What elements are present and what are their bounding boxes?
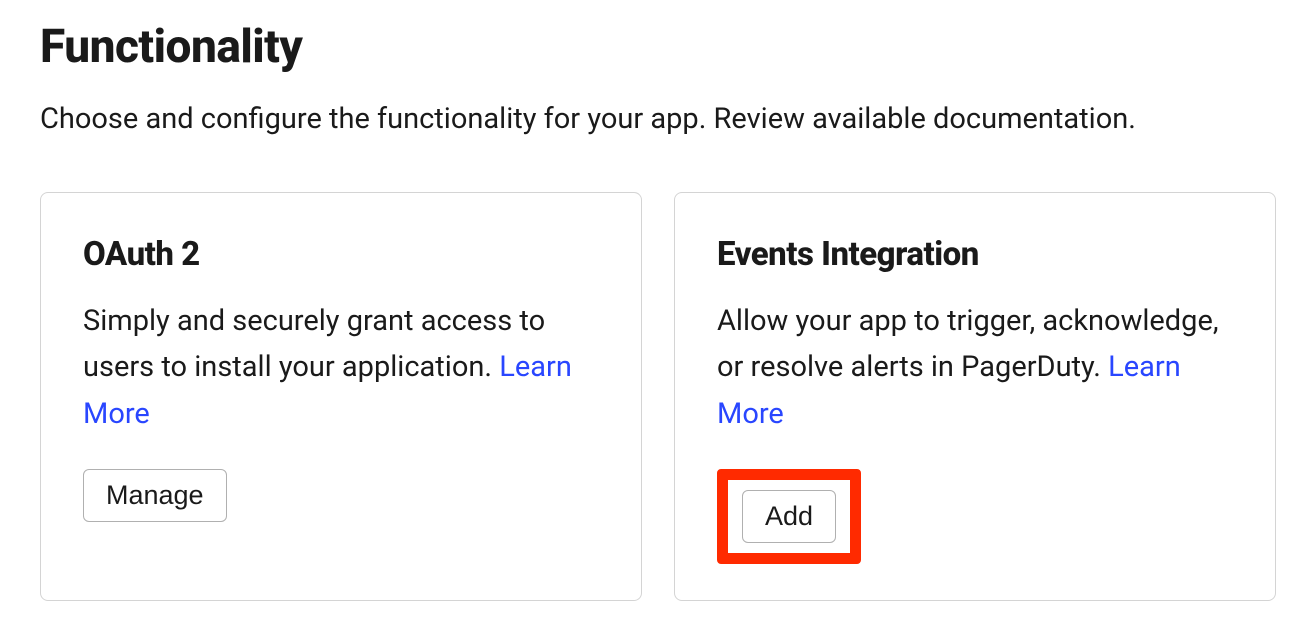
add-button[interactable]: Add	[742, 490, 836, 543]
cards-row: OAuth 2 Simply and securely grant access…	[40, 192, 1276, 601]
manage-button[interactable]: Manage	[83, 469, 227, 522]
highlight-box: Add	[717, 469, 861, 564]
card-oauth-description: Simply and securely grant access to user…	[83, 298, 599, 437]
card-events-description: Allow your app to trigger, acknowledge, …	[717, 298, 1233, 437]
page-subtitle: Choose and configure the functionality f…	[40, 102, 1276, 136]
card-oauth: OAuth 2 Simply and securely grant access…	[40, 192, 642, 601]
page-title: Functionality	[40, 20, 1276, 74]
card-events-title: Events Integration	[717, 235, 1233, 274]
card-oauth-title: OAuth 2	[83, 235, 599, 274]
card-oauth-description-text: Simply and securely grant access to user…	[83, 304, 545, 384]
card-events: Events Integration Allow your app to tri…	[674, 192, 1276, 601]
